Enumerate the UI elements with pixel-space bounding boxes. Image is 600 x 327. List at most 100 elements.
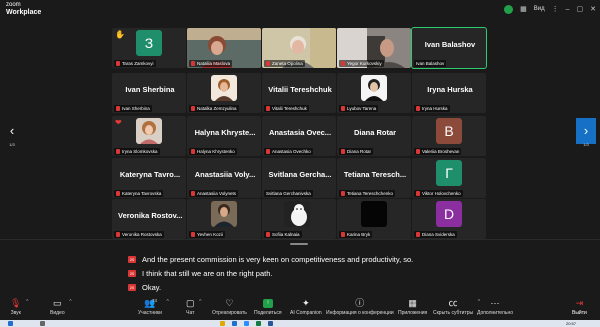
participant-tile[interactable]: Karina Bryk [337,199,411,239]
taskbar-clock[interactable]: 20:57 [566,320,576,327]
audio-button[interactable]: 🎙 Звук ^ [10,298,28,320]
more-options-icon[interactable]: ⋮ [552,5,559,13]
leave-button[interactable]: ⇥ Выйти [572,298,587,320]
participant-name: Tetiana Tereschchenko [339,190,395,197]
participant-tile[interactable]: Sofiia Kalnaia [262,199,336,239]
video-button[interactable]: ▭ Видео ^ [50,298,72,320]
participant-tile[interactable]: Iryna Hurska Iryna Hurska [412,73,486,113]
participant-tile[interactable]: D Diana Sviderska [412,199,486,239]
audio-label: Звук [10,310,21,316]
participant-tile[interactable]: Veronika Rostov... Veronika Rostovska [112,199,186,239]
participant-video-tile[interactable]: Yegor Kurkovskiy [337,28,411,68]
caption-line: 20 Okay. [128,280,568,294]
start-icon[interactable] [8,321,13,326]
hide-captions-button[interactable]: ㏄ Скрыть субтитры ^ [433,298,480,320]
participant-tile[interactable]: Kateryna Tavro... Kateryna Tavrovska [112,158,186,198]
participants-button[interactable]: 👥 74 Участники ^ [138,298,169,320]
gallery-divider [0,239,600,240]
profile-photo-icon [211,75,237,101]
participant-display-name: Tetiana Teresch... [343,170,407,179]
avatar [284,201,310,227]
participant-name: Svitlana Gerchanivska [264,190,313,197]
participant-display-name: Anastasia Ovec... [268,128,332,137]
participant-tile[interactable]: ✋ З Taras Zamkovyi [112,28,186,68]
avatar [361,75,387,101]
participant-name: Anastasia Ovechko [264,148,313,155]
participant-tile[interactable]: Vitalii Tereshchuk Vitalii Tereshchuk [262,73,336,113]
participant-name: Veronika Rostovska [114,231,164,238]
participant-tile[interactable]: Anastasiia Voly... Anastasiia Volynets [187,158,261,198]
next-page-button[interactable]: › 1/3 [576,118,596,147]
participant-tile[interactable]: Diana Rotar Diana Rotar [337,116,411,156]
ai-companion-button[interactable]: ✦ AI Companion [290,298,322,320]
sparkle-icon: ✦ [302,298,310,308]
participant-display-name: Veronika Rostov... [118,211,182,220]
apps-label: Приложения [398,310,428,316]
participant-name: Anastasiia Volynets [189,190,239,197]
participant-name: Lyubov Tarena [339,105,379,112]
zoom-taskbar-icon[interactable] [244,321,249,326]
view-button[interactable]: Вид [534,6,545,12]
os-taskbar: 20:57 [0,320,600,327]
grid-view-icon[interactable]: ▦ [520,5,527,13]
apps-button[interactable]: ▦ Приложения [398,298,427,320]
minimize-icon[interactable]: – [566,6,570,13]
share-screen-button[interactable]: ↑ Поделиться [254,298,282,320]
heart-reaction-icon: ❤ [115,118,122,127]
participant-name: Valeriia Broshevan [414,148,462,155]
participant-tile[interactable]: Anastasia Ovec... Anastasia Ovechko [262,116,336,156]
avatar [361,201,387,227]
participant-tile-active-speaker[interactable]: Ivan Balashov Ivan Balashov [411,27,487,69]
meeting-info-button[interactable]: ⓘ Информация о конференции [326,298,394,320]
explorer-icon[interactable] [220,321,225,326]
participant-video-tile[interactable]: Zaneta Opolina [262,28,336,68]
profile-photo-icon [211,201,237,227]
participant-name: Nataliia Maslova [189,60,233,67]
search-icon[interactable] [40,321,45,326]
avatar-letter: З [144,35,154,51]
participant-video-tile[interactable]: Nataliia Maslova [187,28,261,68]
maximize-icon[interactable]: ▢ [577,5,584,13]
participant-tile[interactable]: Yevhen Kozii [187,199,261,239]
chevron-up-icon[interactable]: ^ [69,299,71,305]
react-label: Отреагировать [212,310,247,316]
avatar [211,201,237,227]
encryption-shield-icon[interactable] [504,4,514,14]
participant-tile[interactable]: Lyubov Tarena [337,73,411,113]
participant-tile[interactable]: Natalka Zemzyulina [187,73,261,113]
close-icon[interactable]: ✕ [590,5,596,13]
participant-name: Zaneta Opolina [264,60,305,67]
participant-display-name: Anastasiia Voly... [194,170,256,179]
participant-tile[interactable]: B Valeriia Broshevan [412,116,486,156]
participant-tile[interactable]: Tetiana Teresch... Tetiana Tereschchenko [337,158,411,198]
participant-tile[interactable]: Svitlana Gercha... Svitlana Gerchanivska [262,158,336,198]
more-button[interactable]: ⋯ Дополнительно [477,298,513,320]
react-button[interactable]: ♡ Отреагировать [212,298,247,320]
page-indicator-right: 1/3 [583,142,589,147]
chat-button[interactable]: ▢ Чат ^ [186,298,202,320]
caption-panel-drag-handle[interactable] [290,243,308,245]
participant-tile[interactable]: Halyna Khryste... Halyna Khrystenko [187,116,261,156]
word-icon[interactable] [268,321,273,326]
caption-text: And the present commission is very keen … [142,254,414,264]
hide-captions-label: Скрыть субтитры [433,310,474,316]
speaker-avatar-icon: 20 [128,255,136,263]
chevron-up-icon[interactable]: ^ [26,299,28,305]
participant-tile[interactable]: ❤ Iryna Slomkovska [112,116,186,156]
speaker-avatar-icon: 20 [128,283,136,291]
meeting-toolbar: 🎙 Звук ^ ▭ Видео ^ 👥 74 Участники ^ ▢ Ча… [0,298,600,320]
participant-name: Yevhen Kozii [189,231,225,238]
participant-display-name: Ivan Sherbina [125,85,175,94]
participant-tile[interactable]: Ivan Sherbina Ivan Sherbina [112,73,186,113]
avatar-letter: B [444,123,454,139]
prev-page-button[interactable]: ‹ 1/3 [2,118,22,147]
excel-icon[interactable] [256,321,261,326]
zoom-logo: zoom Workplace [6,2,41,16]
zoom-window: zoom Workplace ▦ Вид ⋮ – ▢ ✕ ‹ 1/3 › 1/3… [0,0,600,327]
ai-companion-label: AI Companion [290,310,322,316]
meeting-info-label: Информация о конференции [326,310,394,316]
browser-icon[interactable] [232,321,237,326]
participant-tile[interactable]: Г Viktor Holovchenko [412,158,486,198]
chevron-up-icon[interactable]: ^ [167,299,169,305]
chevron-up-icon[interactable]: ^ [199,299,201,305]
